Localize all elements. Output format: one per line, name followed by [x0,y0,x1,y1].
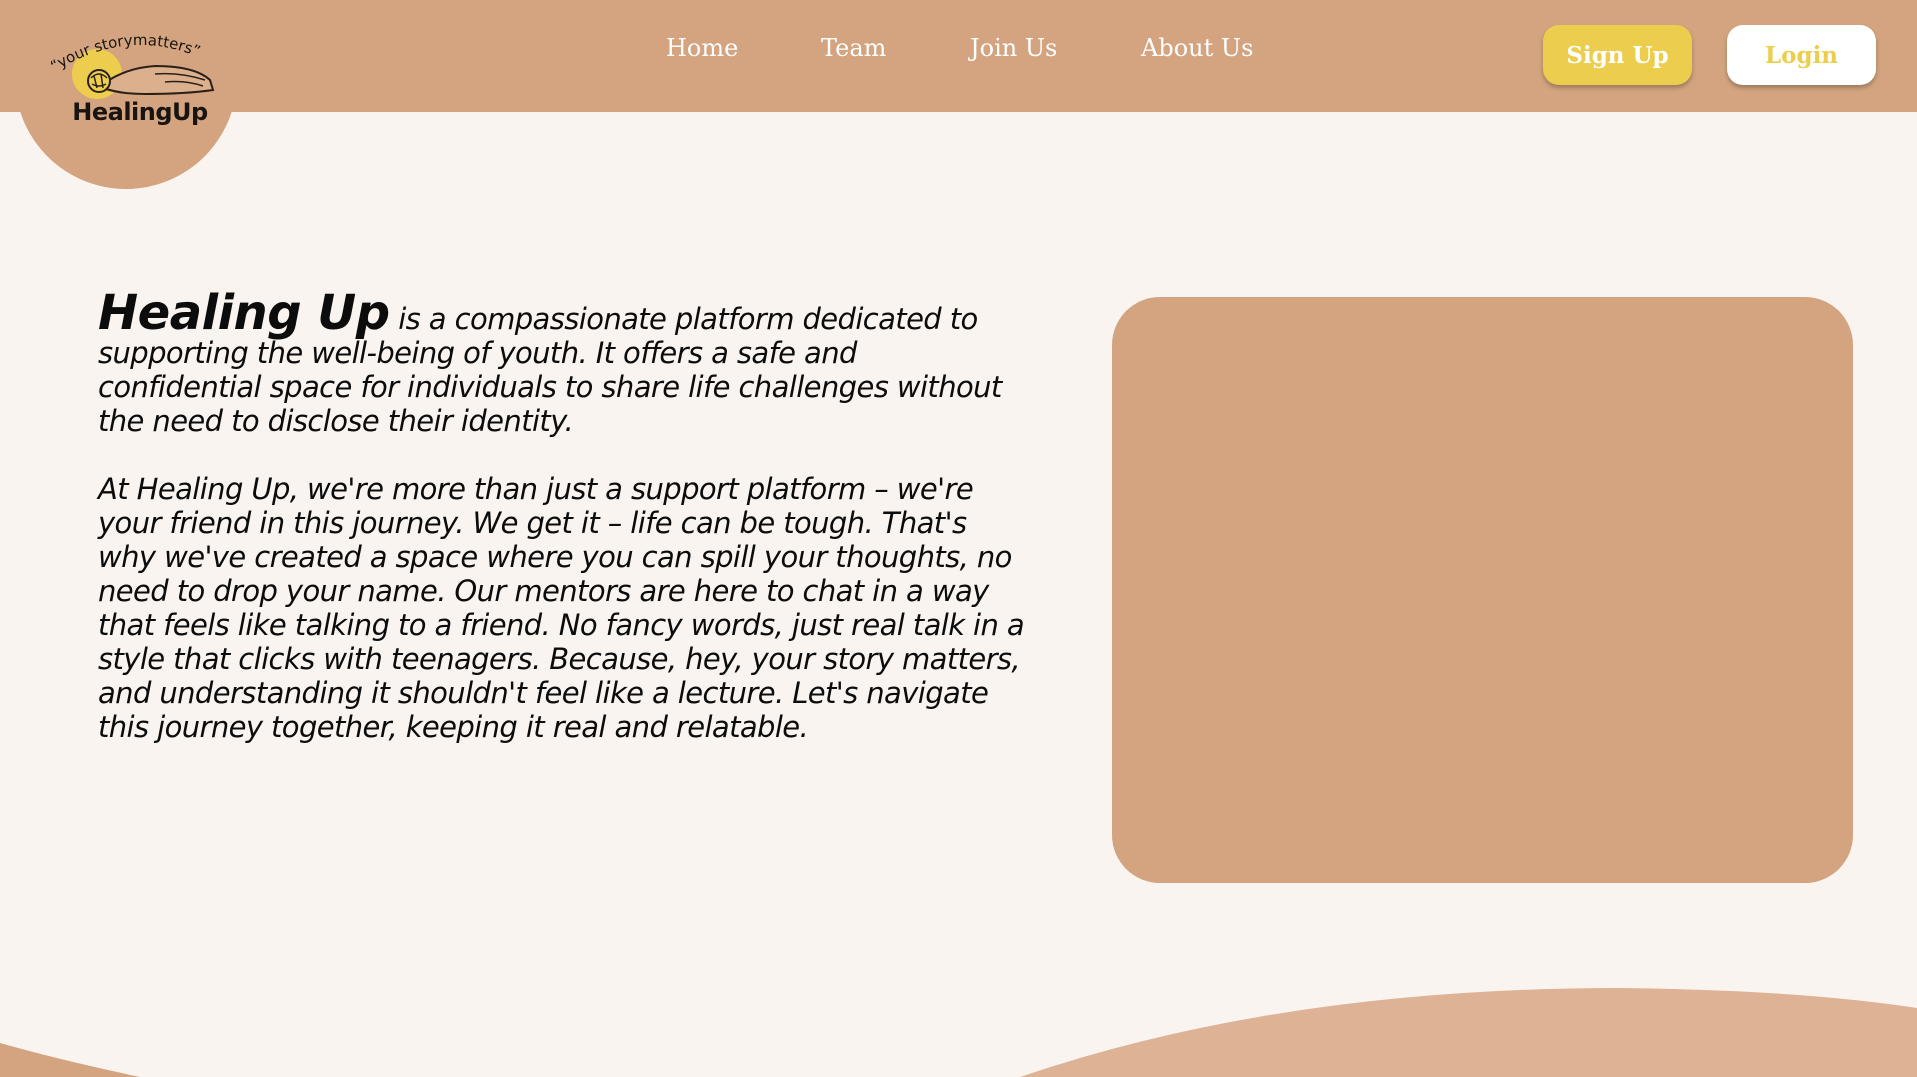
sign-up-button[interactable]: Sign Up [1543,25,1692,85]
navbar: “your storymatters” HealingUp Home Team … [0,0,1917,189]
intro-text: Healing Up is a compassionate platform d… [98,289,1028,744]
media-placeholder [1112,297,1853,883]
login-button[interactable]: Login [1727,25,1876,85]
footer-wave [0,988,1917,1077]
nav-join-us-link[interactable]: Join Us [970,34,1057,62]
nav-about-us-link[interactable]: About Us [1141,34,1253,62]
intro-paragraph-1: Healing Up is a compassionate platform d… [98,289,1028,438]
brand-heading: Healing Up [98,285,390,341]
nav-home-link[interactable]: Home [666,34,738,62]
nav-team-link[interactable]: Team [821,34,886,62]
intro-paragraph-2: At Healing Up, we're more than just a su… [98,472,1025,744]
